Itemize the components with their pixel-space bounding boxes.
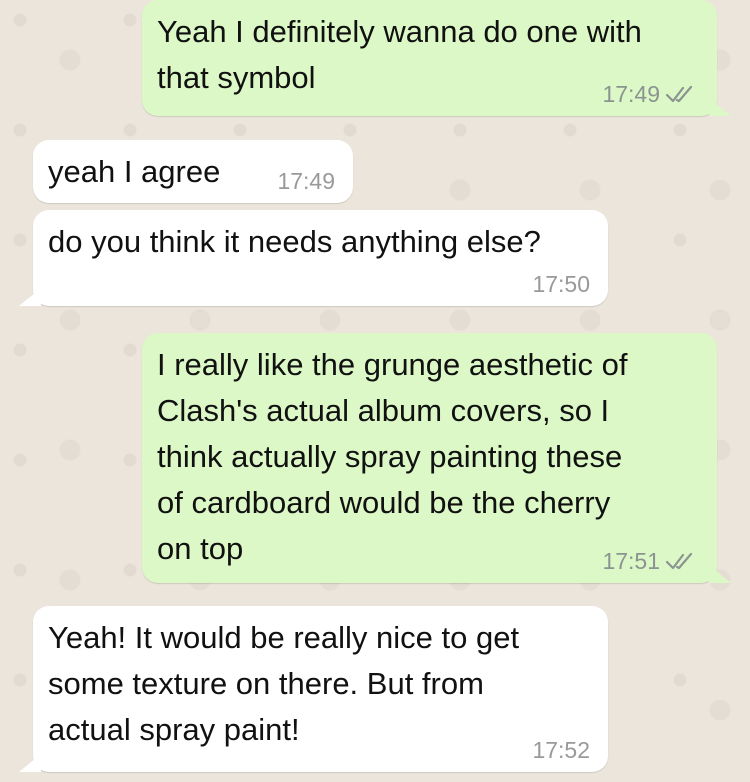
double-check-icon [665,85,693,103]
message-time: 17:49 [277,168,335,194]
message-bubble-outgoing[interactable]: Yeah I definitely wanna do one with that… [142,0,731,116]
message-time: 17:51 [602,548,660,574]
message-bubble-incoming[interactable]: do you think it needs anything else? 17:… [19,210,608,306]
message-text: do you think it needs anything else? [48,224,541,259]
message-bubble-outgoing[interactable]: I really like the grunge aesthetic of Cl… [142,333,731,583]
message-meta: 17:49 [602,80,699,108]
message-text: yeah I agree [48,154,221,189]
message-text: Yeah! It would be really nice to get som… [48,620,520,747]
message-text: I really like the grunge aesthetic of Cl… [157,347,628,566]
message-bubble-incoming[interactable]: Yeah! It would be really nice to get som… [19,606,608,772]
message-bubble-incoming[interactable]: yeah I agree 17:49 [33,140,353,203]
message-meta: 17:49 [277,167,335,195]
message-meta: 17:50 [532,270,590,298]
message-time: 17:52 [532,737,590,763]
message-time: 17:50 [532,271,590,297]
double-check-icon [665,552,693,570]
message-meta: 17:51 [602,547,699,575]
message-text: Yeah I definitely wanna do one with that… [157,14,642,95]
message-time: 17:49 [602,81,660,107]
message-meta: 17:52 [532,736,590,764]
